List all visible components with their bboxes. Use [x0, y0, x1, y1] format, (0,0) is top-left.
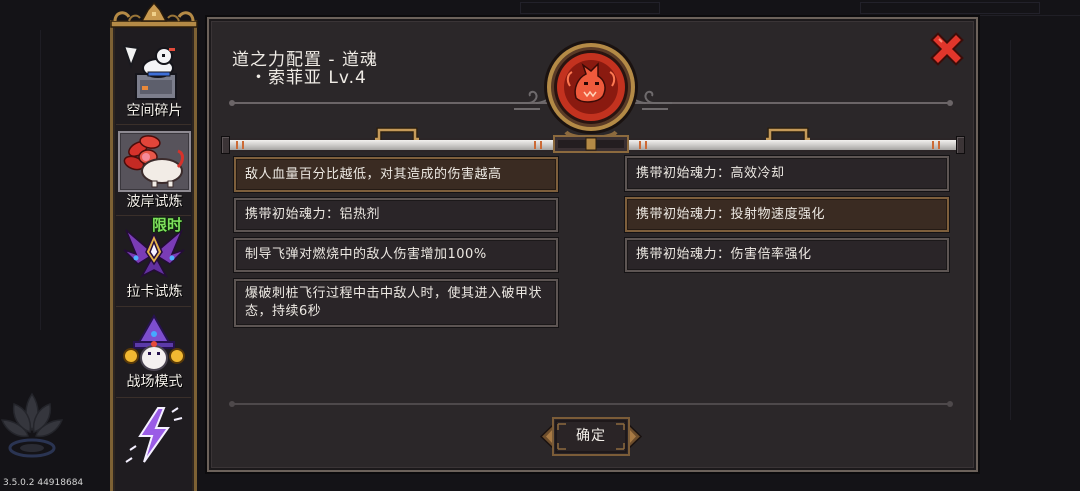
sidebar-icon-frame — [118, 312, 191, 373]
space-fragment-icon — [122, 44, 177, 100]
scroll-bar-tick — [938, 141, 940, 149]
background-panel-outline — [860, 2, 1040, 14]
sidebar-icon-frame — [118, 131, 191, 192]
effect-text: 敌人血量百分比越低，对其造成的伤害越高 — [245, 166, 502, 182]
lightning-icon — [125, 407, 183, 463]
sidebar-item-label: 波岸试炼 — [126, 194, 183, 210]
version-label: 3.5.0.2 44918684 — [3, 478, 84, 488]
footer-divider — [229, 401, 953, 407]
sidebar-item-label: 拉卡试炼 — [126, 284, 183, 300]
effect-text: 制导飞弹对燃烧中的敌人伤害增加100% — [245, 247, 487, 262]
time-limited-badge: 限时 — [152, 216, 183, 234]
confirm-button-label: 确定 — [576, 428, 606, 444]
sidebar-item-battlefield-mode[interactable]: 战场模式 — [118, 312, 191, 392]
background-line — [1010, 40, 1011, 420]
right-effect-item-2[interactable]: 携带初始魂力：投射物速度强化 — [625, 197, 949, 232]
scroll-bar-cap — [221, 136, 230, 154]
left-effect-item-4[interactable]: 爆破刺桩飞行过程中击中敌人时，使其进入破甲状态，持续6秒 — [234, 279, 558, 327]
effect-text: 携带初始魂力：高效冷却 — [636, 165, 785, 181]
scroll-bar-tick — [242, 141, 244, 149]
dialog-title: 道之力配置 - 道魂 — [232, 50, 378, 70]
red-beast-emblem-icon — [544, 40, 638, 134]
flower-creature-icon — [123, 135, 184, 188]
dao-power-config-dialog: 道之力配置 - 道魂 ・索菲亚 Lv.4 敌人血量百分比越低，对其造成的伤害越高… — [207, 17, 978, 472]
sidebar-icon-frame — [118, 42, 191, 103]
scroll-bar-tick — [236, 141, 238, 149]
effect-text: 携带初始魂力：铝热剂 — [245, 207, 381, 222]
sidebar-item-lightning[interactable] — [118, 404, 191, 465]
wizard-icon — [123, 314, 185, 371]
sidebar-divider — [116, 397, 191, 398]
sidebar-item-space-fragment[interactable]: 空间碎片 — [118, 42, 191, 122]
sidebar-divider — [116, 124, 191, 125]
close-icon — [930, 32, 964, 66]
left-effect-item-1[interactable]: 敌人血量百分比越低，对其造成的伤害越高 — [234, 157, 558, 192]
emblem-connector — [553, 130, 629, 153]
scroll-hook-left — [375, 127, 419, 140]
confirm-button[interactable]: 确定 — [540, 416, 642, 457]
sidebar-item-label: 空间碎片 — [126, 103, 183, 119]
right-effect-item-1[interactable]: 携带初始魂力：高效冷却 — [625, 156, 949, 191]
scroll-bar-tick — [932, 141, 934, 149]
dialog-subtitle: ・索菲亚 Lv.4 — [250, 68, 367, 88]
sidebar-icon-frame — [118, 404, 191, 465]
sidebar-divider — [116, 306, 191, 307]
left-effect-item-3[interactable]: 制导飞弹对燃烧中的敌人伤害增加100% — [234, 238, 558, 272]
scroll-bar-cap — [956, 136, 965, 154]
sidebar-item-raka-trial[interactable]: 限时 拉卡试炼 — [118, 216, 191, 302]
close-button[interactable] — [930, 32, 964, 66]
left-effect-item-2[interactable]: 携带初始魂力：铝热剂 — [234, 198, 558, 232]
background-panel-outline — [520, 2, 660, 14]
sidebar-crest-ornament — [110, 1, 198, 28]
sidebar-item-wave-shore-trial[interactable]: 波岸试炼 — [118, 131, 191, 211]
effect-text: 携带初始魂力：投射物速度强化 — [636, 206, 826, 222]
mode-sidebar: 空间碎片 波岸试炼 限时 拉卡试炼 战场模式 — [110, 20, 197, 491]
right-effect-item-3[interactable]: 携带初始魂力：伤害倍率强化 — [625, 238, 949, 272]
lotus-emblem-icon — [0, 392, 64, 458]
emblem-ornament — [510, 40, 672, 153]
sidebar-item-label: 战场模式 — [126, 374, 183, 390]
background-line — [40, 30, 41, 330]
scroll-hook-right — [766, 127, 810, 140]
effect-text: 爆破刺桩飞行过程中击中敌人时，使其进入破甲状态，持续6秒 — [245, 286, 543, 319]
effect-text: 携带初始魂力：伤害倍率强化 — [636, 247, 812, 262]
